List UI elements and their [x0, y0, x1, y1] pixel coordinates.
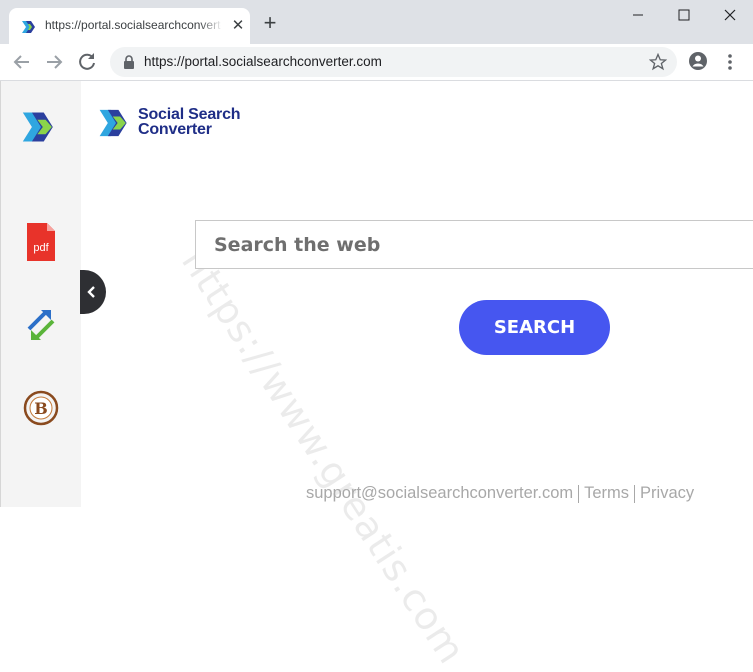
- brand-logo-icon: [22, 112, 53, 142]
- browser-toolbar: https://portal.socialsearchconverter.com: [0, 44, 753, 81]
- brand-name-line2: Converter: [138, 121, 212, 138]
- forward-arrow-icon[interactable]: [42, 50, 66, 74]
- pdf-icon-label: pdf: [33, 242, 49, 254]
- brand-name-line1: Social Search: [138, 106, 241, 123]
- url-text: https://portal.socialsearchconverter.com: [144, 54, 382, 69]
- footer-divider: [578, 484, 580, 503]
- bookmark-star-icon[interactable]: [649, 53, 667, 71]
- profile-avatar-icon[interactable]: [688, 51, 708, 71]
- minimize-button[interactable]: [615, 0, 661, 32]
- site-favicon-icon: [22, 21, 35, 33]
- sidebar-item-home[interactable]: [21, 105, 61, 149]
- brand-logo[interactable]: Social Search Converter: [98, 105, 258, 141]
- close-window-button[interactable]: [707, 0, 753, 32]
- page-content: pdf B Social Search Converter https://ww…: [0, 81, 753, 672]
- privacy-link[interactable]: Privacy: [640, 484, 694, 502]
- address-bar[interactable]: https://portal.socialsearchconverter.com: [110, 47, 677, 77]
- terms-link[interactable]: Terms: [584, 484, 629, 502]
- pdf-icon: pdf: [27, 223, 55, 261]
- search-input[interactable]: [196, 221, 753, 268]
- sidebar-item-pdf[interactable]: pdf: [21, 220, 61, 264]
- sidebar-item-bitcoin[interactable]: B: [21, 386, 61, 430]
- browser-titlebar: https://portal.socialsearchconverter.com…: [0, 0, 753, 44]
- support-email-link[interactable]: support@socialsearchconverter.com: [306, 484, 573, 502]
- sidebar-item-converter[interactable]: [21, 303, 61, 347]
- watermark-text: https://www.greatis.com: [173, 241, 475, 672]
- search-box: [195, 220, 753, 269]
- back-arrow-icon[interactable]: [10, 50, 34, 74]
- reload-icon[interactable]: [75, 50, 99, 74]
- brand-chevrons-icon: [99, 109, 127, 137]
- chevron-left-icon: [87, 286, 95, 298]
- brand-name: Social Search Converter: [138, 106, 241, 138]
- close-icon: [724, 9, 736, 21]
- tab-close-icon[interactable]: ✕: [229, 17, 247, 35]
- sidebar: pdf B: [0, 81, 81, 507]
- convert-arrows-icon: [27, 310, 55, 340]
- bitcoin-icon: B: [23, 390, 59, 426]
- minimize-icon: [633, 14, 643, 16]
- lock-icon: [124, 55, 134, 69]
- tab-title: https://portal.socialsearchconverter.com: [45, 18, 221, 32]
- new-tab-button[interactable]: +: [258, 12, 282, 36]
- footer-divider: [634, 484, 636, 503]
- maximize-icon: [678, 9, 690, 21]
- maximize-button[interactable]: [661, 0, 707, 32]
- svg-text:B: B: [34, 399, 48, 418]
- footer: support@socialsearchconverter.com Terms Pr…: [306, 484, 694, 503]
- more-menu-icon[interactable]: [725, 52, 735, 72]
- sidebar-collapse-button[interactable]: [80, 270, 106, 314]
- search-button[interactable]: SEARCH: [459, 300, 610, 355]
- browser-tab[interactable]: https://portal.socialsearchconverter.com…: [9, 8, 250, 44]
